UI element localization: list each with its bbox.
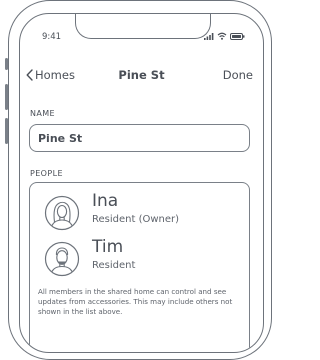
person-row-tim[interactable]: Tim Resident (30, 237, 249, 281)
phone-screen: 9:41 Homes Pine St Done NAME Pine St PEO… (19, 13, 264, 353)
person-name: Tim (92, 237, 124, 257)
person-row-ina[interactable]: Ina Resident (Owner) (30, 191, 249, 235)
person-role: Resident (Owner) (92, 214, 180, 225)
cellular-signal-icon (204, 32, 214, 40)
people-section-label: PEOPLE (30, 169, 63, 178)
navigation-bar: Homes Pine St Done (20, 68, 263, 88)
sharing-footnote: All members in the shared home can contr… (38, 287, 233, 317)
phone-frame: 9:41 Homes Pine St Done NAME Pine St PEO… (8, 0, 272, 360)
status-icons (204, 32, 245, 40)
home-name-field[interactable]: Pine St (29, 124, 250, 152)
woman-avatar-icon (44, 195, 80, 231)
battery-icon (230, 32, 245, 40)
chevron-left-icon (26, 69, 33, 81)
people-list: Ina Resident (Owner) Tim Resident All me… (29, 182, 250, 352)
person-name: Ina (92, 191, 119, 211)
done-button[interactable]: Done (223, 68, 253, 82)
back-label: Homes (35, 68, 75, 82)
status-time: 9:41 (42, 32, 62, 42)
notch (75, 14, 211, 39)
person-role: Resident (92, 260, 136, 271)
home-name-value: Pine St (38, 131, 83, 145)
name-section-label: NAME (30, 109, 56, 118)
man-avatar-icon (44, 241, 80, 277)
back-button[interactable]: Homes (26, 68, 75, 82)
wifi-icon (217, 32, 227, 40)
